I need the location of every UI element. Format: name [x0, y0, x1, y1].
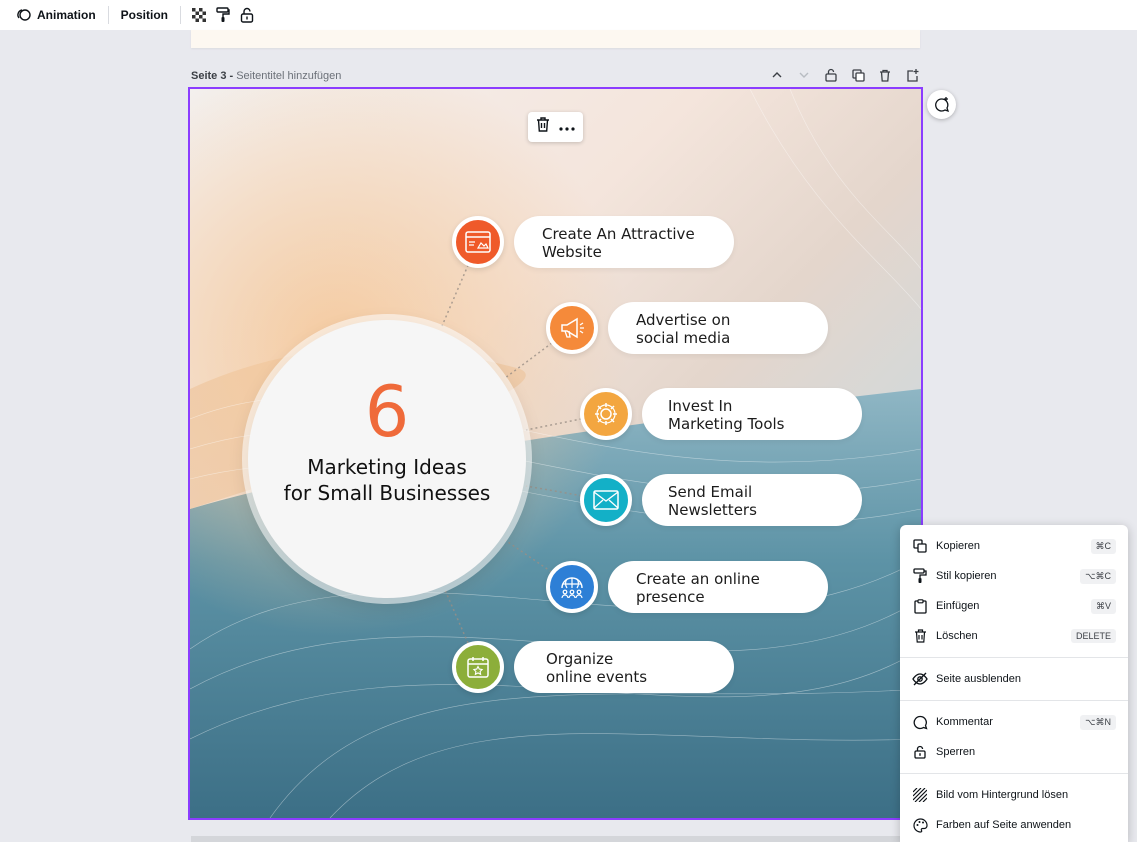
- menu-item-label: Farben auf Seite anwenden: [936, 819, 1072, 831]
- menu-item-label: Kopieren: [936, 540, 981, 552]
- idea-website[interactable]: Create An Attractive Website: [452, 216, 734, 268]
- menu-item-shortcut: ⌘V: [1090, 598, 1116, 614]
- menu-item-label: Kommentar: [936, 716, 993, 728]
- idea-label-line1: Create an online: [636, 570, 760, 588]
- menu-item-label: Stil kopieren: [936, 570, 997, 582]
- context-menu: Kopieren ⌘C Stil kopieren ⌥⌘C Einfügen ⌘…: [900, 525, 1128, 842]
- palette-icon: [912, 817, 928, 833]
- idea-social-media[interactable]: Advertise on social media: [546, 302, 828, 354]
- menu-item-label: Einfügen: [936, 600, 980, 612]
- idea-label: Create An Attractive Website: [542, 225, 695, 261]
- eye-off-icon: [912, 671, 928, 687]
- idea-icon-circle: [452, 641, 504, 693]
- megaphone-icon: [561, 317, 584, 339]
- menu-item-apply-colors[interactable]: Farben auf Seite anwenden: [900, 810, 1128, 840]
- idea-icon-circle: [580, 388, 632, 440]
- idea-label-line1: Invest In: [668, 397, 733, 415]
- paint-roller-icon: [912, 568, 928, 584]
- design-title-line1: Marketing Ideas: [307, 455, 467, 479]
- menu-item-comment[interactable]: Kommentar ⌥⌘N: [900, 707, 1128, 737]
- idea-online-presence[interactable]: Create an online presence: [546, 561, 828, 613]
- idea-label-line2: presence: [636, 588, 705, 606]
- menu-item-paste[interactable]: Einfügen ⌘V: [900, 591, 1128, 621]
- ideas-count: 6: [364, 371, 410, 453]
- calendar-star-icon: [467, 657, 489, 678]
- comment-icon: [912, 714, 928, 730]
- idea-label: Advertise on social media: [636, 311, 730, 347]
- idea-label-line1: Organize: [546, 650, 614, 668]
- idea-email-newsletters[interactable]: Send Email Newsletters: [580, 474, 862, 526]
- idea-icon-circle: [546, 561, 598, 613]
- envelope-icon: [593, 490, 619, 510]
- menu-item-copy-style[interactable]: Stil kopieren ⌥⌘C: [900, 561, 1128, 591]
- trash-icon: [912, 628, 928, 644]
- idea-icon-circle: [452, 216, 504, 268]
- design-title-line2: for Small Businesses: [283, 481, 491, 505]
- menu-divider: [900, 657, 1128, 658]
- menu-item-shortcut: ⌥⌘C: [1080, 568, 1116, 584]
- next-page-preview[interactable]: [191, 836, 920, 842]
- menu-item-hide-page[interactable]: Seite ausblenden: [900, 664, 1128, 694]
- idea-label-line2: Website: [542, 243, 602, 261]
- idea-label: Invest In Marketing Tools: [668, 397, 784, 433]
- menu-divider: [900, 773, 1128, 774]
- idea-label-line2: social media: [636, 329, 731, 347]
- idea-label-line1: Advertise on: [636, 311, 731, 329]
- menu-item-shortcut: DELETE: [1070, 629, 1116, 643]
- menu-item-delete[interactable]: Löschen DELETE: [900, 621, 1128, 651]
- idea-label-line1: Create An Attractive: [542, 225, 695, 243]
- idea-marketing-tools[interactable]: Invest In Marketing Tools: [580, 388, 862, 440]
- idea-label: Send Email Newsletters: [668, 483, 757, 519]
- menu-item-detach-image[interactable]: Bild vom Hintergrund lösen: [900, 780, 1128, 810]
- idea-icon-circle: [546, 302, 598, 354]
- menu-item-label: Sperren: [936, 746, 976, 758]
- menu-item-label: Seite ausblenden: [936, 673, 1022, 685]
- menu-divider: [900, 700, 1128, 701]
- clipboard-icon: [912, 598, 928, 614]
- copy-icon: [912, 538, 928, 554]
- menu-item-shortcut: ⌥⌘N: [1080, 714, 1116, 730]
- idea-label: Organize online events: [546, 650, 647, 686]
- globe-people-icon: [561, 577, 583, 599]
- menu-item-copy[interactable]: Kopieren ⌘C: [900, 531, 1128, 561]
- idea-label-line2: Newsletters: [668, 501, 757, 519]
- idea-icon-circle: [580, 474, 632, 526]
- idea-label-line1: Send Email: [668, 483, 753, 501]
- menu-item-shortcut: ⌘C: [1090, 538, 1116, 554]
- idea-label-line2: Marketing Tools: [668, 415, 785, 433]
- detach-image-icon: [912, 787, 928, 803]
- gear-icon: [595, 403, 617, 425]
- idea-online-events[interactable]: Organize online events: [452, 641, 734, 693]
- menu-item-lock[interactable]: Sperren: [900, 737, 1128, 767]
- idea-label-line2: online events: [546, 668, 648, 686]
- menu-item-label: Löschen: [936, 630, 978, 642]
- idea-label: Create an online presence: [636, 570, 760, 606]
- website-icon: [465, 231, 491, 253]
- lock-icon: [912, 744, 928, 760]
- design-title: Marketing Ideas for Small Businesses: [248, 454, 526, 506]
- menu-item-label: Bild vom Hintergrund lösen: [936, 789, 1069, 801]
